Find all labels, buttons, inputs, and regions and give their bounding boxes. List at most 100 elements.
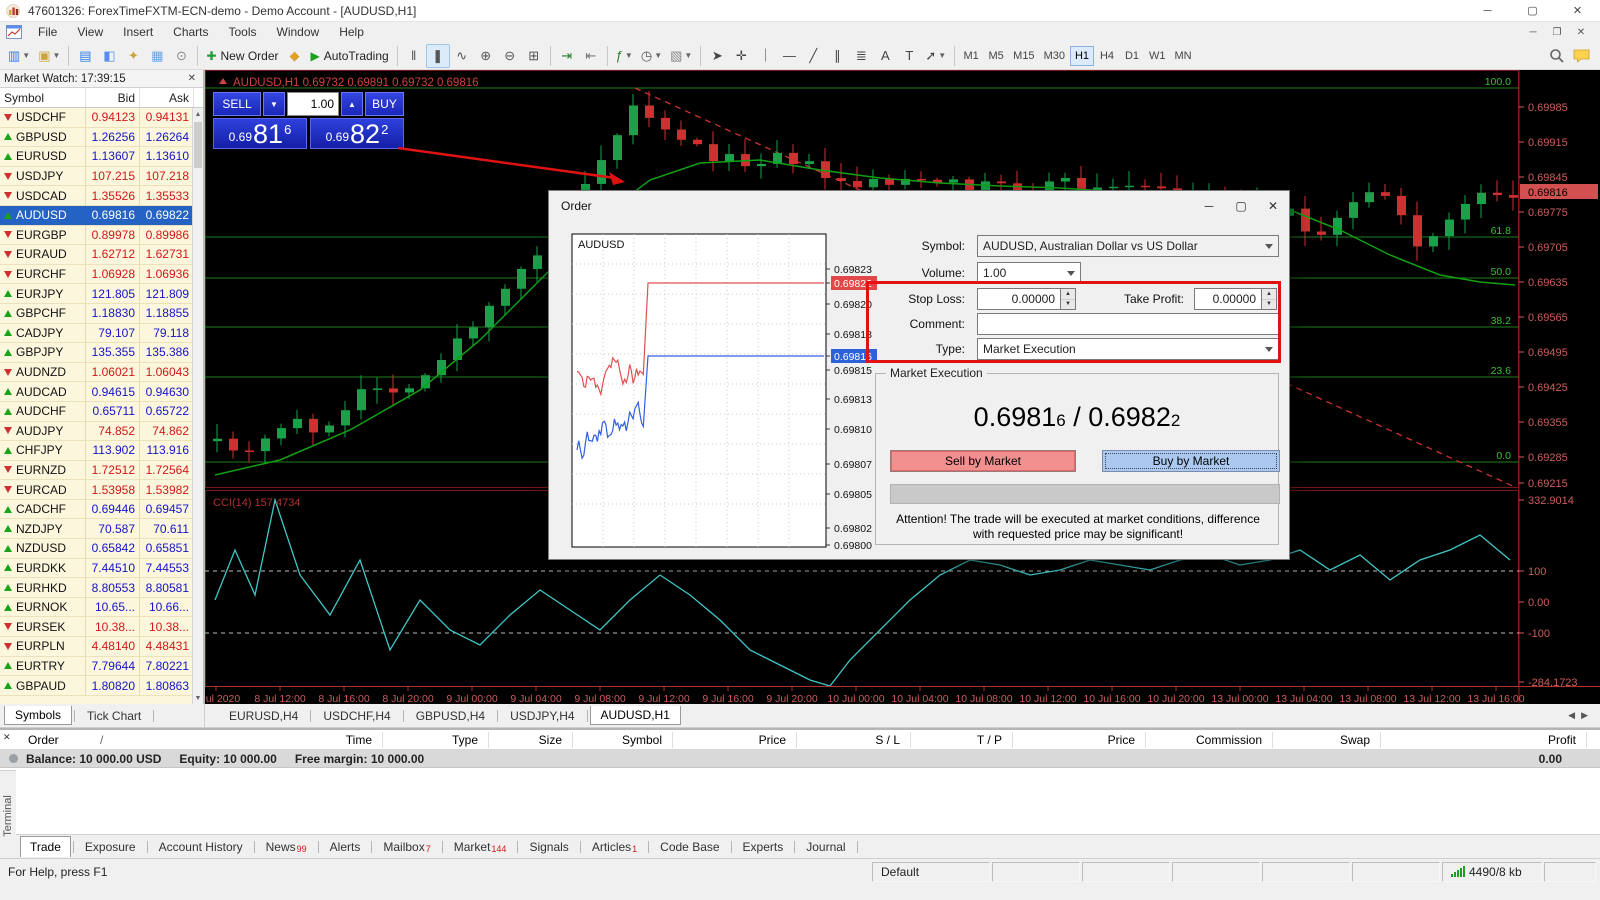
one-click-sell-button[interactable]: SELL xyxy=(213,92,261,116)
new-order-button[interactable]: ✚New Order xyxy=(202,44,282,68)
window-maximize-button[interactable]: ▢ xyxy=(1510,0,1555,21)
market-watch-row-eurhkd[interactable]: EURHKD8.805538.80581 xyxy=(0,578,203,598)
market-watch-tab-tick-chart[interactable]: Tick Chart xyxy=(77,707,151,725)
period-w1-button[interactable]: W1 xyxy=(1145,46,1170,66)
one-click-volume-input[interactable]: 1.00 xyxy=(287,92,339,116)
bar-chart-button[interactable]: ‖ xyxy=(402,44,426,68)
period-h4-button[interactable]: H4 xyxy=(1095,46,1119,66)
symbol-select[interactable]: AUDUSD, Australian Dollar vs US Dollar xyxy=(977,235,1279,257)
terminal-tab-account-history[interactable]: Account History xyxy=(150,837,252,857)
period-m15-button[interactable]: M15 xyxy=(1009,46,1038,66)
strategy-tester-toggle[interactable]: ⊙ xyxy=(169,44,193,68)
comment-input[interactable] xyxy=(977,313,1279,335)
stop-loss-stepper[interactable]: ▲▼ xyxy=(1061,288,1076,310)
type-select[interactable]: Market Execution xyxy=(977,338,1279,360)
market-watch-row-audjpy[interactable]: AUDJPY74.85274.862 xyxy=(0,422,203,442)
stop-loss-input[interactable]: 0.00000 xyxy=(977,288,1061,310)
market-watch-row-chfjpy[interactable]: CHFJPY113.902113.916 xyxy=(0,441,203,461)
period-m5-button[interactable]: M5 xyxy=(984,46,1008,66)
market-watch-row-eurnok[interactable]: EURNOK10.65...10.66... xyxy=(0,598,203,618)
child-close-button[interactable]: ✕ xyxy=(1570,27,1592,38)
buy-price-display[interactable]: 0.69822 xyxy=(310,118,404,149)
child-minimize-button[interactable]: ─ xyxy=(1522,27,1544,38)
horizontal-line-button[interactable]: — xyxy=(777,44,801,68)
period-m30-button[interactable]: M30 xyxy=(1040,46,1069,66)
column-bid[interactable]: Bid xyxy=(86,88,140,107)
scroll-down-icon[interactable]: ▼ xyxy=(193,692,203,704)
navigator-toggle[interactable]: ✦ xyxy=(121,44,145,68)
arrows-dropdown-button[interactable]: ➚▼ xyxy=(921,44,950,68)
profiles-button[interactable]: ▣▼ xyxy=(34,44,64,68)
terminal-tab-mailbox[interactable]: Mailbox7 xyxy=(374,837,439,857)
market-watch-row-gbpchf[interactable]: GBPCHF1.188301.18855 xyxy=(0,304,203,324)
market-watch-row-cadchf[interactable]: CADCHF0.694460.69457 xyxy=(0,500,203,520)
period-m1-button[interactable]: M1 xyxy=(959,46,983,66)
text-button[interactable]: A xyxy=(873,44,897,68)
status-profile[interactable]: Default xyxy=(872,862,990,882)
menu-help[interactable]: Help xyxy=(329,23,374,41)
market-watch-row-usdchf[interactable]: USDCHF0.941230.94131 xyxy=(0,108,203,128)
market-watch-row-eurchf[interactable]: EURCHF1.069281.06936 xyxy=(0,265,203,285)
terminal-tab-experts[interactable]: Experts xyxy=(734,837,793,857)
volume-select[interactable]: 1.00 xyxy=(977,262,1081,284)
menu-charts[interactable]: Charts xyxy=(163,23,218,41)
volume-decrease-button[interactable]: ▼ xyxy=(263,92,285,116)
terminal-column-swap[interactable]: Swap xyxy=(1220,733,1370,747)
period-d1-button[interactable]: D1 xyxy=(1120,46,1144,66)
menu-view[interactable]: View xyxy=(67,23,113,41)
take-profit-input[interactable]: 0.00000 xyxy=(1194,288,1262,310)
data-window-toggle[interactable]: ◧ xyxy=(97,44,121,68)
market-watch-row-eurgbp[interactable]: EURGBP0.899780.89986 xyxy=(0,226,203,246)
dialog-minimize-button[interactable]: ─ xyxy=(1193,195,1225,217)
chart-shift-button[interactable]: ⇤ xyxy=(579,44,603,68)
market-watch-row-eurtry[interactable]: EURTRY7.796447.80221 xyxy=(0,657,203,677)
market-watch-close-icon[interactable]: ✕ xyxy=(185,73,199,84)
market-watch-row-gbpjpy[interactable]: GBPJPY135.355135.386 xyxy=(0,343,203,363)
menu-window[interactable]: Window xyxy=(267,23,330,41)
terminal-column-order[interactable]: Order xyxy=(28,733,59,747)
market-watch-row-eursek[interactable]: EURSEK10.38...10.38... xyxy=(0,617,203,637)
terminal-tab-journal[interactable]: Journal xyxy=(797,837,854,857)
market-watch-row-gbpusd[interactable]: GBPUSD1.262561.26264 xyxy=(0,128,203,148)
dialog-maximize-button[interactable]: ▢ xyxy=(1225,195,1257,217)
fibonacci-button[interactable]: ≣ xyxy=(849,44,873,68)
market-watch-row-eurjpy[interactable]: EURJPY121.805121.809 xyxy=(0,284,203,304)
column-ask[interactable]: Ask xyxy=(140,88,194,107)
market-watch-row-audchf[interactable]: AUDCHF0.657110.65722 xyxy=(0,402,203,422)
one-click-buy-button[interactable]: BUY xyxy=(365,92,404,116)
sell-by-market-button[interactable]: Sell by Market xyxy=(890,450,1076,472)
search-icon[interactable] xyxy=(1549,48,1565,64)
chart-tab-audusd-h1[interactable]: AUDUSD,H1 xyxy=(590,706,681,725)
menu-insert[interactable]: Insert xyxy=(113,23,163,41)
tabs-scroll-left-icon[interactable]: ◀ xyxy=(1568,710,1575,721)
market-watch-row-eurnzd[interactable]: EURNZD1.725121.72564 xyxy=(0,461,203,481)
market-watch-row-eurcad[interactable]: EURCAD1.539581.53982 xyxy=(0,480,203,500)
scroll-up-icon[interactable]: ▲ xyxy=(193,108,203,120)
channel-button[interactable]: ∥ xyxy=(825,44,849,68)
terminal-tab-exposure[interactable]: Exposure xyxy=(76,837,145,857)
terminal-tab-articles[interactable]: Articles1 xyxy=(583,837,646,857)
autotrading-button[interactable]: ▶AutoTrading xyxy=(307,44,393,68)
market-watch-row-cadjpy[interactable]: CADJPY79.10779.118 xyxy=(0,324,203,344)
zoom-in-button[interactable]: ⊕ xyxy=(474,44,498,68)
sell-price-display[interactable]: 0.69816 xyxy=(213,118,307,149)
market-watch-row-usdjpy[interactable]: USDJPY107.215107.218 xyxy=(0,167,203,187)
menu-file[interactable]: File xyxy=(28,23,67,41)
terminal-tab-market[interactable]: Market144 xyxy=(445,837,516,857)
window-minimize-button[interactable]: ─ xyxy=(1465,0,1510,21)
market-watch-row-gbpaud[interactable]: GBPAUD1.808201.80863 xyxy=(0,676,203,696)
market-watch-scrollbar[interactable]: ▲ ▼ xyxy=(192,108,203,704)
terminal-tab-alerts[interactable]: Alerts xyxy=(321,837,370,857)
market-watch-toggle[interactable]: ▤ xyxy=(73,44,97,68)
volume-increase-button[interactable]: ▲ xyxy=(341,92,363,116)
trendline-button[interactable]: ╱ xyxy=(801,44,825,68)
terminal-tab-code-base[interactable]: Code Base xyxy=(651,837,728,857)
terminal-column-profit[interactable]: Profit xyxy=(1426,733,1576,747)
market-watch-row-eurdkk[interactable]: EURDKK7.445107.44553 xyxy=(0,559,203,579)
window-close-button[interactable]: ✕ xyxy=(1555,0,1600,21)
templates-button[interactable]: ▧▼ xyxy=(666,44,696,68)
market-watch-row-nzdjpy[interactable]: NZDJPY70.58770.611 xyxy=(0,519,203,539)
cursor-button[interactable]: ➤ xyxy=(705,44,729,68)
market-watch-row-euraud[interactable]: EURAUD1.627121.62731 xyxy=(0,245,203,265)
column-symbol[interactable]: Symbol xyxy=(0,88,86,107)
